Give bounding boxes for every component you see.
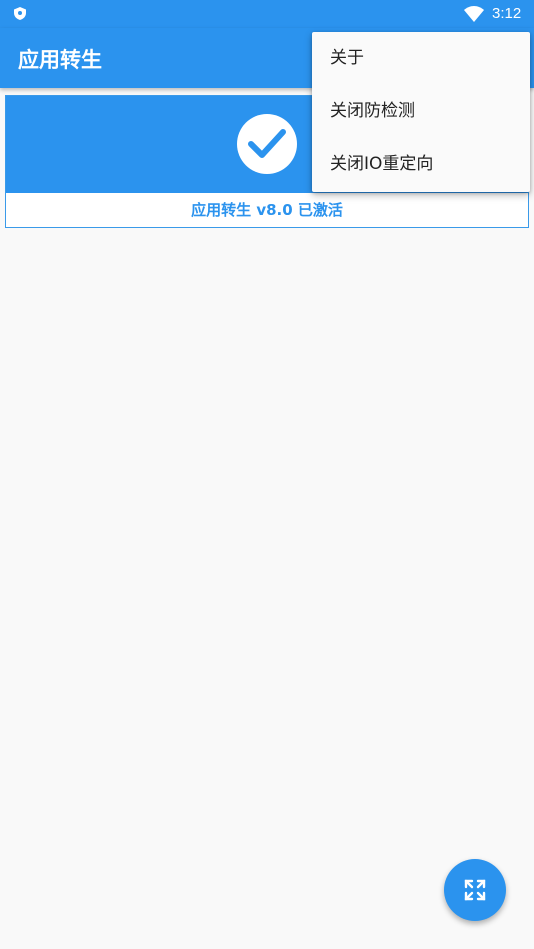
status-bar: 3:12 bbox=[0, 0, 534, 28]
overflow-menu: 关于 关闭防检测 关闭IO重定向 bbox=[312, 32, 530, 192]
shield-icon bbox=[14, 7, 26, 20]
menu-item-disable-io-redirect[interactable]: 关闭IO重定向 bbox=[312, 138, 530, 191]
expand-icon bbox=[464, 879, 486, 901]
app-title: 应用转生 bbox=[18, 48, 102, 72]
check-circle-icon bbox=[237, 114, 297, 174]
expand-fab-button[interactable] bbox=[444, 859, 506, 921]
checkmark-icon bbox=[248, 129, 286, 158]
menu-item-about[interactable]: 关于 bbox=[312, 32, 530, 85]
wifi-icon bbox=[464, 6, 484, 22]
menu-item-disable-anti-detection[interactable]: 关闭防检测 bbox=[312, 85, 530, 138]
status-time: 3:12 bbox=[492, 5, 522, 22]
activation-status-text: 应用转生 v8.0 已激活 bbox=[191, 201, 343, 219]
